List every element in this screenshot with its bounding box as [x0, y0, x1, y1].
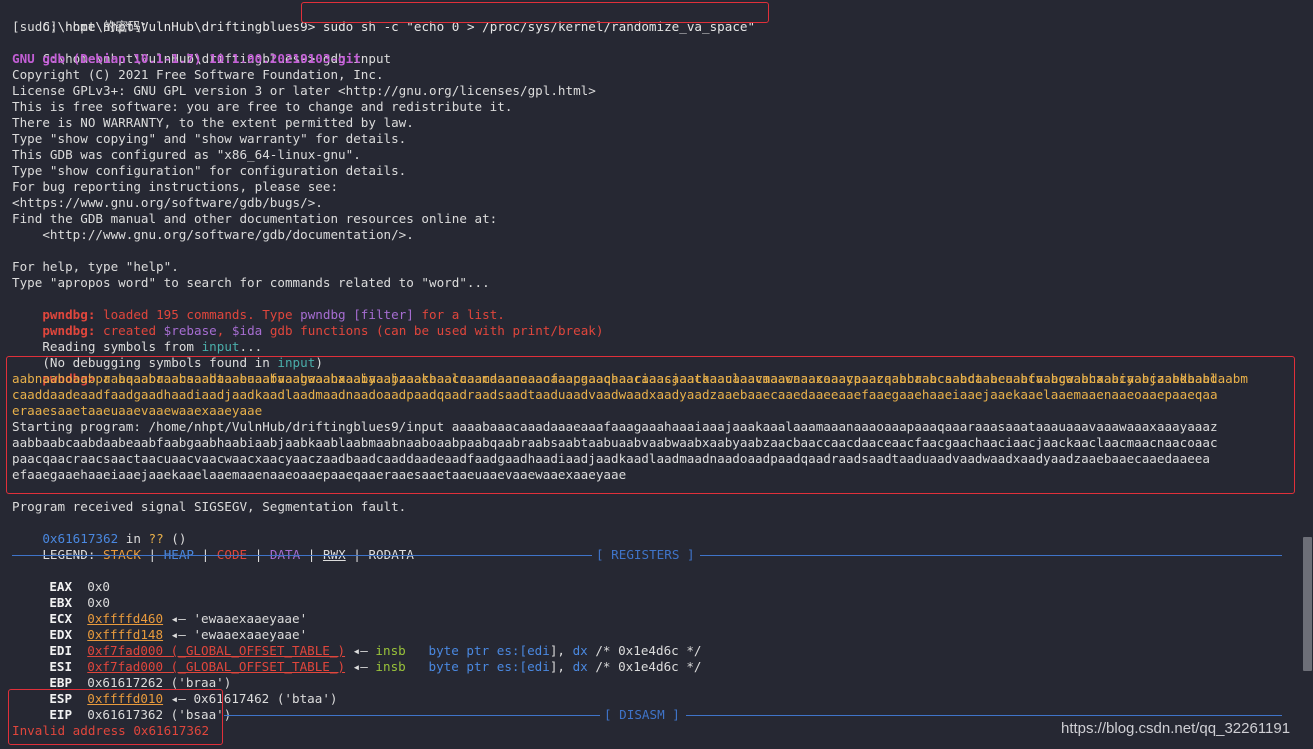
register-value: 0x61617362 ('bsaa') [87, 707, 232, 722]
register-row: EDI 0xf7fad000 (_GLOBAL_OFFSET_TABLE_) ◂… [19, 627, 701, 658]
gdb-banner: GNU gdb (Debian 10.1-1.7) 10.1.90.202101… [12, 51, 361, 66]
terminal-line: pwndbg: created $rebase, $ida gdb functi… [12, 307, 603, 338]
starting-program-line: paacqaacraacsaactaacuaacvaacwaacxaacyaac… [12, 451, 1210, 466]
disasm-divider-left [224, 715, 600, 716]
scrollbar-thumb[interactable] [1303, 537, 1312, 671]
registers-divider-left [12, 555, 592, 556]
disasm-header: [ DISASM ] [604, 707, 680, 722]
terminal-line: [sudo] nhpt 的密码： [12, 19, 154, 34]
sigsegv-line: Program received signal SIGSEGV, Segment… [12, 499, 407, 514]
pwndbg-message: gdb functions (can be used with print/br… [262, 323, 604, 338]
terminal-line: pwndbg> r aaaabaaacaaadaaaeaaafaaagaaaha… [12, 355, 1248, 386]
terminal-line: Type "show configuration" for configurat… [12, 163, 407, 178]
terminal-line: License GPLv3+: GNU GPL version 3 or lat… [12, 83, 596, 98]
invalid-address-line: Invalid address 0x61617362 [12, 723, 210, 738]
register-name: EIP [49, 707, 73, 722]
pc-line: 0x61617362 in ?? () [12, 515, 186, 546]
deref-arrow: ◂— [345, 659, 376, 674]
run-command-continued: eraaesaaetaaeuaaevaaewaaexaaeyaae [12, 403, 263, 418]
watermark: https://blog.csdn.net/qq_32261191 [1061, 720, 1291, 737]
run-command-continued: caaddaadeaadfaadgaadhaadiaadjaadkaadlaad… [12, 387, 1218, 402]
register-row: EDX 0xffffd148 ◂— 'ewaaexaaeyaae' [19, 611, 307, 642]
register-row: EAX 0x0 [19, 563, 110, 594]
scrollbar[interactable] [1302, 0, 1313, 749]
instruction-register: dx [572, 659, 588, 674]
terminal-line: Copyright (C) 2021 Free Software Foundat… [12, 67, 384, 82]
terminal-line: There is NO WARRANTY, to the extent perm… [12, 115, 414, 130]
terminal-line: pwndbg: loaded 195 commands. Type pwndbg… [12, 291, 505, 322]
terminal-line: Type "apropos word" to search for comman… [12, 275, 490, 290]
terminal-line: (No debugging symbols found in input) [12, 339, 323, 370]
instruction-register: edi [527, 659, 550, 674]
disasm-divider-right [686, 715, 1282, 716]
legend-line: LEGEND: STACK | HEAP | CODE | DATA | RWX… [12, 531, 414, 562]
terminal-line: For help, type "help". [12, 259, 179, 274]
terminal-line: C:\home\nhpt\VulnHub\driftingblues9> sud… [12, 3, 755, 34]
instruction-mnemonic: insb [375, 659, 406, 674]
register-row: EBP 0x61617262 ('braa') [19, 659, 231, 690]
instruction-operands: ], [549, 659, 573, 674]
starting-program-line: efaaegaaehaaeiaaejaaekaaelaaemaaenaaeoaa… [12, 467, 627, 482]
terminal-line: For bug reporting instructions, please s… [12, 179, 339, 194]
starting-program-line: aabbaabcaabdaabeaabfaabgaabhaabiaabjaabk… [12, 435, 1218, 450]
register-row: EBX 0x0 [19, 579, 110, 610]
sudo-command: sudo sh -c "echo 0 > /proc/sys/kernel/ra… [322, 19, 756, 34]
terminal-line: This GDB was configured as "x86_64-linux… [12, 147, 361, 162]
terminal-line: Reading symbols from input... [12, 323, 262, 354]
register-row: EIP 0x61617362 ('bsaa') [19, 691, 231, 722]
terminal-window[interactable]: C:\home\nhpt\VulnHub\driftingblues9> sud… [0, 0, 1313, 749]
run-command-continued: aabnaaboaabpaabqaabraabsaabtaabuaabvaabw… [12, 371, 1218, 386]
terminal-line: <http://www.gnu.org/software/gdb/documen… [12, 227, 414, 242]
terminal-line: This is free software: you are free to c… [12, 99, 513, 114]
instruction-comment: /* 0x1e4d6c */ [587, 659, 702, 674]
register-row: ECX 0xffffd460 ◂— 'ewaaexaaeyaae' [19, 595, 307, 626]
registers-header: [ REGISTERS ] [596, 547, 695, 562]
register-row: ESI 0xf7fad000 (_GLOBAL_OFFSET_TABLE_) ◂… [19, 643, 701, 674]
command-text [315, 19, 323, 34]
instruction-operands: byte ptr es:[ [405, 659, 528, 674]
registers-divider-right [700, 555, 1282, 556]
starting-program-line: Starting program: /home/nhpt/VulnHub/dri… [12, 419, 1218, 434]
terminal-line: Type "show copying" and "show warranty" … [12, 131, 407, 146]
terminal-line: Find the GDB manual and other documentat… [12, 211, 498, 226]
terminal-line: <https://www.gnu.org/software/gdb/bugs/>… [12, 195, 323, 210]
register-row: ESP 0xffffd010 ◂— 0x61617462 ('btaa') [19, 675, 337, 706]
terminal-line: C:\home\nhpt\VulnHub\driftingblues9> gdb… [12, 35, 391, 66]
